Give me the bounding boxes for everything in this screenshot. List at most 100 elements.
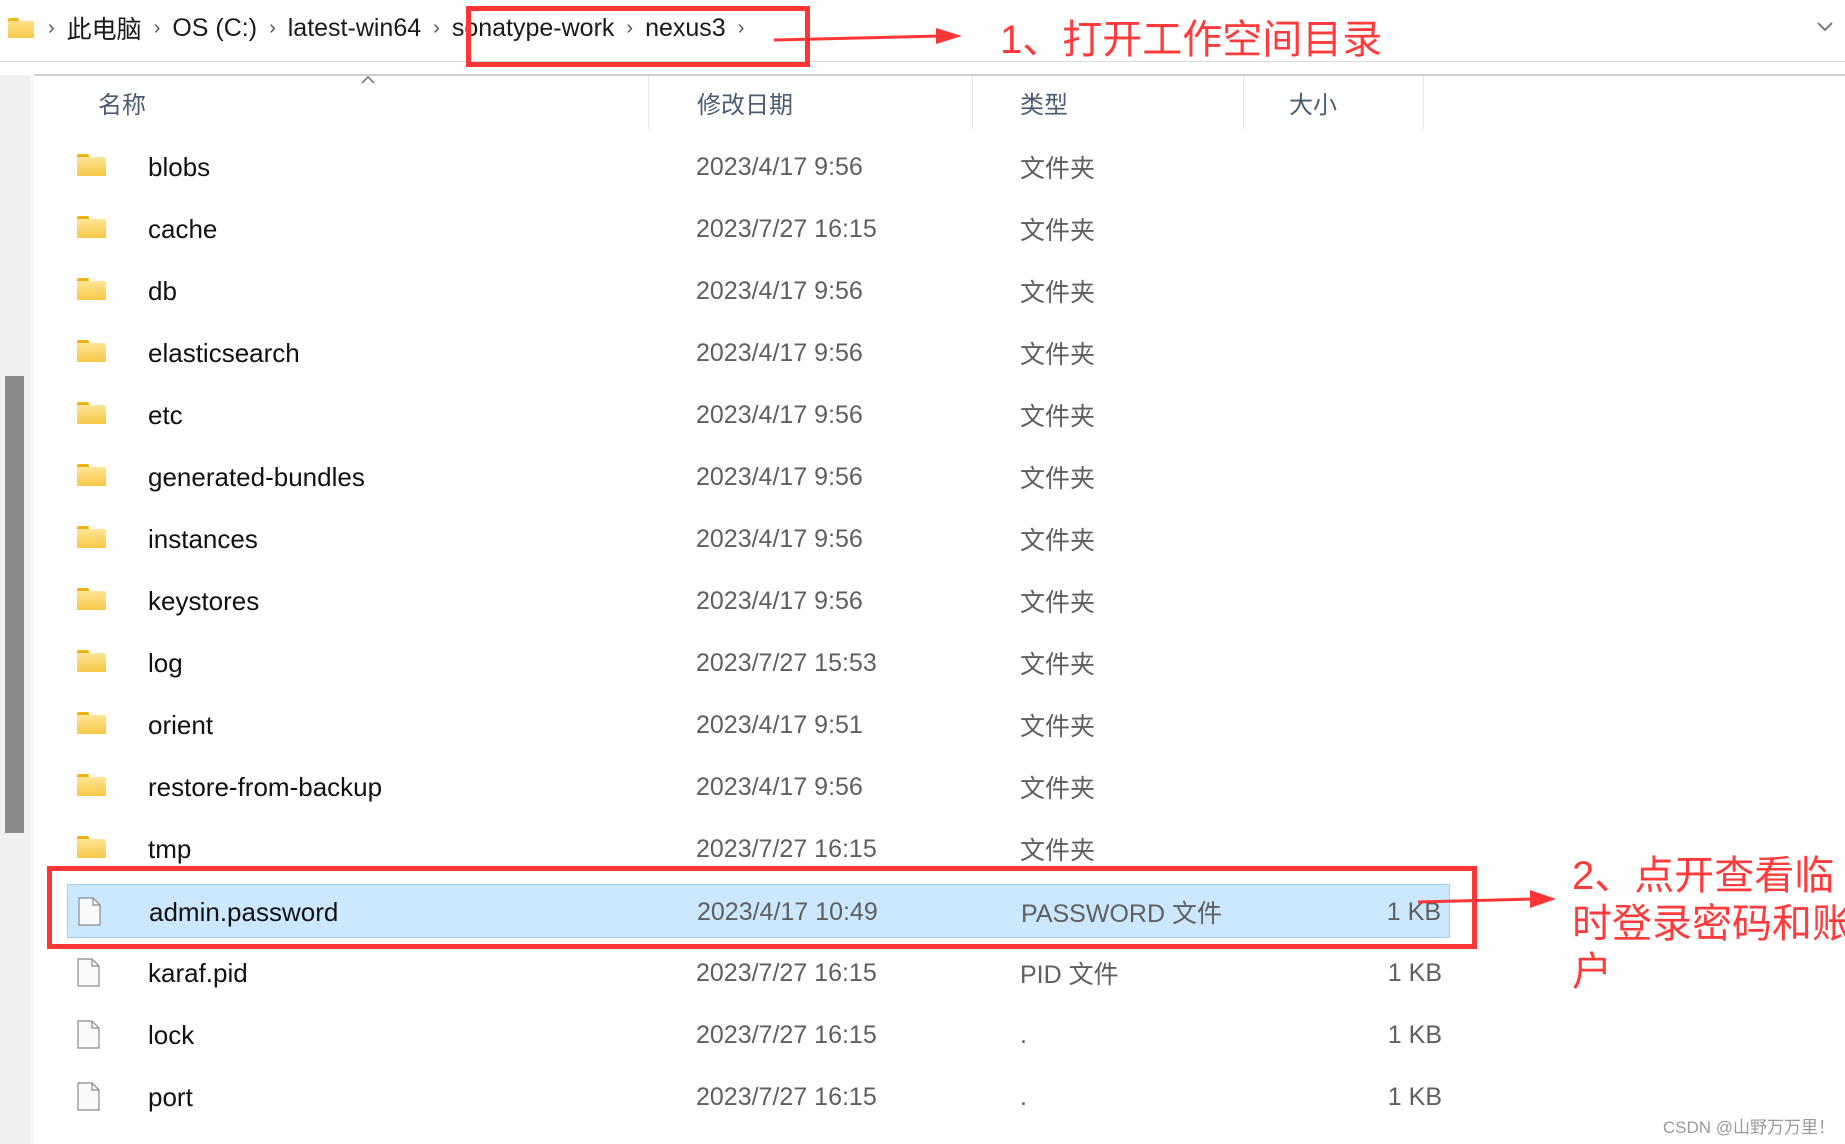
file-row[interactable]: orient 2023/4/17 9:51 文件夹 — [67, 698, 1450, 752]
breadcrumb-nexus3[interactable]: nexus3 — [639, 14, 732, 43]
file-type: PASSWORD 文件 — [1021, 900, 1222, 928]
breadcrumb-latest-win64[interactable]: latest-win64 — [282, 14, 427, 43]
file-date-modified: 2023/4/17 9:56 — [696, 586, 863, 615]
chevron-right-icon[interactable]: › — [427, 17, 446, 40]
annotation-step1: 1、打开工作空间目录 — [1000, 18, 1383, 62]
file-row[interactable]: lock 2023/7/27 16:15 . 1 KB — [67, 1008, 1450, 1062]
file-row[interactable]: instances 2023/4/17 9:56 文件夹 — [67, 512, 1450, 566]
annotation-step2-line1: 2、点开查看临 — [1572, 854, 1835, 898]
file-name: admin.password — [149, 896, 339, 927]
file-date-modified: 2023/7/27 16:15 — [696, 1082, 877, 1111]
chevron-right-icon[interactable]: › — [148, 17, 167, 40]
file-date-modified: 2023/4/17 10:49 — [697, 897, 878, 926]
file-name: orient — [148, 709, 214, 740]
folder-icon — [77, 154, 106, 176]
chevron-right-icon[interactable]: › — [620, 17, 639, 40]
file-row[interactable]: elasticsearch 2023/4/17 9:56 文件夹 — [67, 326, 1450, 380]
column-name[interactable]: 名称 — [34, 76, 649, 129]
folder-icon-body — [77, 219, 106, 238]
chevron-right-icon[interactable]: › — [732, 17, 751, 40]
file-name: cache — [148, 213, 218, 244]
folder-icon — [77, 216, 106, 238]
file-row[interactable]: blobs 2023/4/17 9:56 文件夹 — [67, 140, 1450, 194]
file-row[interactable]: etc 2023/4/17 9:56 文件夹 — [67, 388, 1450, 442]
file-date-modified: 2023/4/17 9:56 — [696, 462, 863, 491]
file-size: 1 KB — [1387, 958, 1442, 987]
nav-pane-scrollbar[interactable] — [5, 376, 24, 833]
annotation-step2-line2: 时登录密码和账 — [1572, 902, 1845, 946]
file-type: 文件夹 — [1020, 465, 1096, 493]
file-size: 1 KB — [1387, 1020, 1442, 1049]
file-date-modified: 2023/4/17 9:56 — [696, 338, 863, 367]
file-type: 文件夹 — [1020, 341, 1096, 369]
column-type[interactable]: 类型 — [973, 76, 1244, 129]
annotation-arrow-icon — [773, 28, 962, 44]
folder-icon — [77, 278, 106, 300]
column-type-label: 类型 — [1020, 92, 1068, 119]
file-type: 文件夹 — [1020, 403, 1096, 431]
file-row[interactable]: cache 2023/7/27 16:15 文件夹 — [67, 202, 1450, 256]
file-row[interactable]: log 2023/7/27 15:53 文件夹 — [67, 636, 1450, 690]
file-name: tmp — [148, 833, 192, 864]
folder-icon — [77, 650, 106, 672]
folder-icon — [77, 340, 106, 362]
file-name: etc — [148, 399, 183, 430]
file-date-modified: 2023/4/17 9:56 — [696, 276, 863, 305]
file-date-modified: 2023/7/27 16:15 — [696, 1020, 877, 1049]
file-size: 1 KB — [1387, 1082, 1442, 1111]
chevron-right-icon[interactable]: › — [42, 17, 61, 40]
file-row[interactable]: tmp 2023/7/27 16:15 文件夹 — [67, 822, 1450, 876]
folder-icon-body — [77, 467, 106, 486]
file-type: 文件夹 — [1020, 775, 1096, 803]
folder-icon — [8, 18, 34, 38]
file-row[interactable]: port 2023/7/27 16:15 . 1 KB — [67, 1070, 1450, 1124]
file-type: 文件夹 — [1020, 155, 1096, 183]
column-date-label: 修改日期 — [697, 92, 793, 119]
file-type: 文件夹 — [1020, 713, 1096, 741]
file-date-modified: 2023/4/17 9:56 — [696, 152, 863, 181]
file-row[interactable]: keystores 2023/4/17 9:56 文件夹 — [67, 574, 1450, 628]
breadcrumb-this-pc[interactable]: 此电脑 — [61, 10, 148, 46]
file-name: keystores — [148, 585, 260, 616]
file-icon — [77, 1082, 100, 1111]
folder-icon-body — [77, 715, 106, 734]
file-name: log — [148, 647, 183, 678]
folder-icon — [77, 588, 106, 610]
file-name: generated-bundles — [148, 461, 365, 492]
file-date-modified: 2023/7/27 15:53 — [696, 648, 877, 677]
file-row[interactable]: restore-from-backup 2023/4/17 9:56 文件夹 — [67, 760, 1450, 814]
folder-icon — [77, 464, 106, 486]
sort-up-caret-icon — [361, 76, 375, 84]
folder-icon-body — [77, 405, 106, 424]
file-type: 文件夹 — [1020, 279, 1096, 307]
breadcrumb-drive-c[interactable]: OS (C:) — [166, 14, 263, 43]
annotation-step2-line3: 户 — [1572, 950, 1612, 994]
folder-icon-body — [77, 777, 106, 796]
file-row[interactable]: karaf.pid 2023/7/27 16:15 PID 文件 1 KB — [67, 946, 1450, 1000]
file-date-modified: 2023/4/17 9:56 — [696, 400, 863, 429]
annotation-arrow-icon — [1417, 890, 1556, 908]
file-name: elasticsearch — [148, 337, 300, 368]
breadcrumb: › 此电脑 › OS (C:) › latest-win64 › sonatyp… — [8, 8, 750, 48]
file-icon-shape — [77, 1082, 100, 1111]
file-name: instances — [148, 523, 258, 554]
breadcrumb-sonatype-work[interactable]: sonatype-work — [446, 14, 621, 43]
file-type: PID 文件 — [1020, 961, 1119, 989]
folder-icon — [77, 526, 106, 548]
file-icon — [77, 1020, 100, 1049]
file-row[interactable]: admin.password 2023/4/17 10:49 PASSWORD … — [67, 884, 1450, 938]
column-date-modified[interactable]: 修改日期 — [649, 76, 973, 129]
column-name-label: 名称 — [98, 92, 146, 119]
file-date-modified: 2023/7/27 16:15 — [696, 214, 877, 243]
file-type: 文件夹 — [1020, 837, 1096, 865]
file-type: 文件夹 — [1020, 651, 1096, 679]
file-name: karaf.pid — [148, 957, 248, 988]
file-row[interactable]: generated-bundles 2023/4/17 9:56 文件夹 — [67, 450, 1450, 504]
file-row[interactable]: db 2023/4/17 9:56 文件夹 — [67, 264, 1450, 318]
chevron-down-icon[interactable] — [1817, 18, 1833, 34]
folder-icon — [77, 774, 106, 796]
column-size[interactable]: 大小 — [1244, 76, 1424, 129]
chevron-right-icon[interactable]: › — [263, 17, 282, 40]
file-date-modified: 2023/4/17 9:56 — [696, 772, 863, 801]
column-header: 名称 修改日期 类型 大小 — [34, 74, 1845, 129]
